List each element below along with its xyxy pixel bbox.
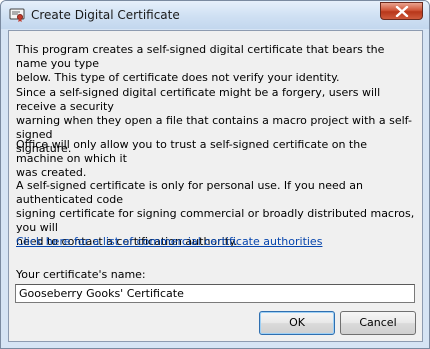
dialog-title: Create Digital Certificate	[31, 8, 180, 22]
title-bar[interactable]: Create Digital Certificate	[1, 1, 429, 29]
intro-paragraph: This program creates a self-signed digit…	[16, 43, 385, 84]
create-digital-certificate-dialog: Create Digital Certificate This program …	[0, 0, 430, 349]
close-icon	[395, 6, 409, 17]
certificate-name-label: Your certificate's name:	[16, 268, 146, 281]
trust-paragraph: Office will only allow you to trust a se…	[16, 138, 367, 179]
close-button[interactable]	[380, 2, 423, 20]
ok-button[interactable]: OK	[259, 311, 335, 335]
certificate-authorities-link[interactable]: Click here for a list of commercial cert…	[16, 235, 322, 249]
certificate-icon	[9, 7, 25, 23]
cancel-button[interactable]: Cancel	[340, 311, 416, 335]
dialog-content: This program creates a self-signed digit…	[8, 30, 423, 342]
certificate-name-input[interactable]	[15, 284, 415, 303]
